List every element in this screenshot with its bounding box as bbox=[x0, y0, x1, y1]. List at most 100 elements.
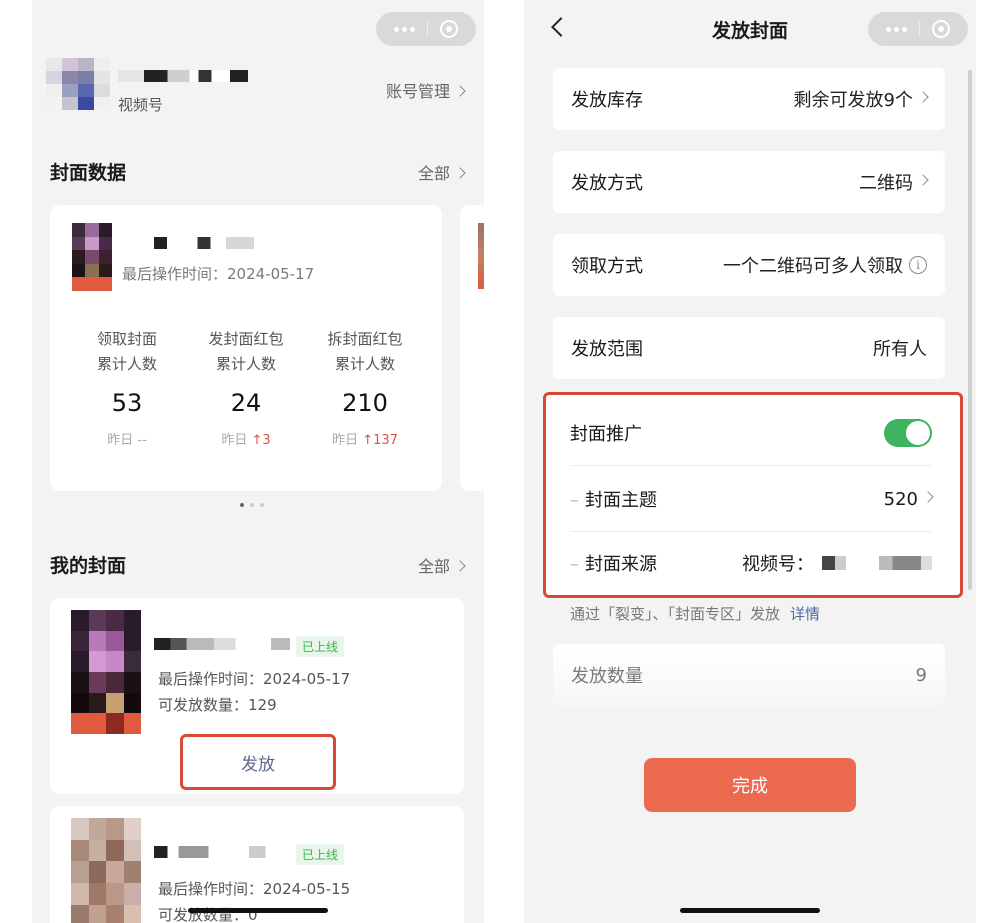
done-button[interactable]: 完成 bbox=[644, 758, 856, 812]
cover-thumbnail bbox=[72, 223, 112, 291]
promotion-label: 封面推广 bbox=[570, 424, 642, 445]
row-value-text: 一个二维码可多人领取 bbox=[723, 256, 903, 277]
promotion-toggle[interactable] bbox=[884, 419, 932, 447]
row-label: 领取方式 bbox=[571, 256, 643, 277]
stat-label-line2: 累计人数 bbox=[96, 355, 157, 373]
row-quantity[interactable]: 发放数量 9 bbox=[553, 644, 945, 706]
theme-value: 520 bbox=[883, 488, 934, 510]
dash-marker: – bbox=[570, 554, 579, 575]
dash-marker: – bbox=[570, 490, 579, 511]
account-type-label: 视频号 bbox=[118, 96, 164, 114]
cover-data-all-link[interactable]: 全部 bbox=[417, 160, 466, 184]
phone-right-screen: 发放封面 发放库存 剩余可发放9个 发放方式 二维码 领取方式 一个二维码可多人… bbox=[524, 0, 976, 923]
cover-last-op-time: 最后操作时间：2024-05-17 bbox=[122, 265, 315, 283]
row-value-text: 剩余可发放9个 bbox=[793, 90, 913, 111]
promotion-section: 封面推广 – 封面主题 520 – 封面来源 视频号： bbox=[543, 392, 963, 598]
cover-available-count: 可发放数量：129 bbox=[158, 696, 277, 714]
row-value: 所有人 bbox=[873, 339, 927, 360]
stat-yesterday: 昨日 -- bbox=[72, 429, 182, 448]
cover-meta: 最后操作时间：2024-05-17 可发放数量：129 bbox=[158, 666, 350, 718]
theme-label: – 封面主题 bbox=[570, 486, 657, 512]
row-scope[interactable]: 发放范围 所有人 bbox=[553, 317, 945, 379]
row-value: 剩余可发放9个 bbox=[793, 86, 929, 112]
close-circle-icon[interactable] bbox=[932, 20, 950, 38]
avatar bbox=[46, 58, 110, 110]
chevron-right-icon bbox=[917, 91, 929, 103]
next-stats-card-peek[interactable] bbox=[460, 205, 484, 491]
yesterday-value: ↑137 bbox=[362, 433, 398, 448]
carousel-indicator bbox=[240, 503, 264, 507]
row-claim-method: 领取方式 一个二维码可多人领取 i bbox=[553, 234, 945, 296]
chevron-right-icon bbox=[454, 167, 466, 179]
cover-data-all-label: 全部 bbox=[417, 164, 450, 183]
cover-data-title: 封面数据 bbox=[50, 162, 127, 184]
next-cover-thumbnail bbox=[478, 223, 484, 289]
mini-program-capsule[interactable] bbox=[376, 12, 476, 46]
status-badge: 已上线 bbox=[296, 636, 345, 657]
yesterday-label: 昨日 bbox=[107, 433, 134, 448]
stat-label-line1: 领取封面 bbox=[96, 330, 157, 348]
promotion-source-row: – 封面来源 视频号： bbox=[546, 531, 960, 595]
cover-meta: 最后操作时间：2024-05-15 可发放数量：0 bbox=[158, 876, 350, 923]
row-label: 发放方式 bbox=[571, 173, 643, 194]
promotion-theme-row[interactable]: – 封面主题 520 bbox=[546, 467, 960, 531]
cover-name-redacted bbox=[126, 237, 254, 249]
source-value-text: 视频号： bbox=[742, 554, 814, 575]
stat-opened-packets: 拆封面红包 累计人数 210 昨日 ↑137 bbox=[310, 327, 420, 448]
info-icon[interactable]: i bbox=[909, 256, 927, 274]
details-link[interactable]: 详情 bbox=[790, 605, 820, 623]
mini-program-capsule[interactable] bbox=[868, 12, 968, 46]
cover-thumbnail bbox=[71, 818, 141, 923]
cover-name-redacted bbox=[154, 638, 290, 650]
scrollbar[interactable] bbox=[968, 70, 972, 590]
home-indicator[interactable] bbox=[680, 908, 820, 913]
close-circle-icon[interactable] bbox=[440, 20, 458, 38]
stat-value: 53 bbox=[111, 389, 143, 417]
status-badge: 已上线 bbox=[296, 844, 345, 865]
yesterday-label: 昨日 bbox=[221, 433, 248, 448]
source-label: – 封面来源 bbox=[570, 550, 657, 576]
row-value: 二维码 bbox=[859, 169, 929, 195]
cover-item[interactable]: 已上线 最后操作时间：2024-05-15 可发放数量：0 bbox=[50, 806, 464, 923]
stat-label-line1: 拆封面红包 bbox=[327, 330, 403, 348]
chevron-right-icon bbox=[454, 560, 466, 572]
row-label: 发放库存 bbox=[571, 90, 643, 111]
row-value: 一个二维码可多人领取 i bbox=[723, 252, 927, 278]
stat-value: 24 bbox=[230, 389, 262, 417]
row-method[interactable]: 发放方式 二维码 bbox=[553, 151, 945, 213]
theme-label-text: 封面主题 bbox=[585, 490, 657, 511]
account-manage-label: 账号管理 bbox=[385, 82, 450, 101]
cover-stats-card[interactable]: 最后操作时间：2024-05-17 领取封面 累计人数 53 昨日 -- 发封面… bbox=[50, 205, 442, 491]
quantity-value: 9 bbox=[915, 664, 927, 686]
cover-thumbnail bbox=[71, 610, 141, 734]
issue-button[interactable]: 发放 bbox=[180, 734, 336, 790]
stat-label-line2: 累计人数 bbox=[215, 355, 276, 373]
home-indicator[interactable] bbox=[188, 908, 328, 913]
chevron-right-icon bbox=[922, 491, 934, 503]
source-value: 视频号： bbox=[742, 550, 932, 576]
row-inventory[interactable]: 发放库存 剩余可发放9个 bbox=[553, 68, 945, 130]
more-icon[interactable] bbox=[394, 26, 415, 32]
cover-last-op-time: 最后操作时间：2024-05-15 bbox=[158, 880, 351, 898]
yesterday-value: ↑3 bbox=[251, 433, 271, 448]
chevron-right-icon bbox=[917, 174, 929, 186]
row-value-text: 二维码 bbox=[859, 173, 913, 194]
quantity-label: 发放数量 bbox=[571, 666, 643, 687]
stat-sent-packets: 发封面红包 累计人数 24 昨日 ↑3 bbox=[191, 327, 301, 448]
stat-value: 210 bbox=[342, 389, 388, 417]
theme-value-text: 520 bbox=[883, 488, 918, 510]
my-covers-all-link[interactable]: 全部 bbox=[417, 553, 466, 577]
cover-last-op-time: 最后操作时间：2024-05-17 bbox=[158, 670, 351, 688]
stat-label-line1: 发封面红包 bbox=[208, 330, 284, 348]
yesterday-label: 昨日 bbox=[332, 433, 359, 448]
row-label: 发放范围 bbox=[571, 339, 643, 360]
more-icon[interactable] bbox=[886, 26, 907, 32]
source-label-text: 封面来源 bbox=[585, 554, 657, 575]
phone-left-screen: 视频号 账号管理 封面数据 全部 最后操作时间：2024-05-17 领取封面 … bbox=[32, 0, 484, 923]
note-text: 通过「裂变」、「封面专区」发放 bbox=[570, 605, 781, 623]
my-covers-all-label: 全部 bbox=[417, 557, 450, 576]
promotion-note: 通过「裂变」、「封面专区」发放 详情 bbox=[570, 603, 820, 624]
account-manage-link[interactable]: 账号管理 bbox=[385, 78, 466, 102]
account-name-redacted bbox=[118, 70, 248, 82]
promotion-toggle-row: 封面推广 bbox=[546, 401, 960, 465]
